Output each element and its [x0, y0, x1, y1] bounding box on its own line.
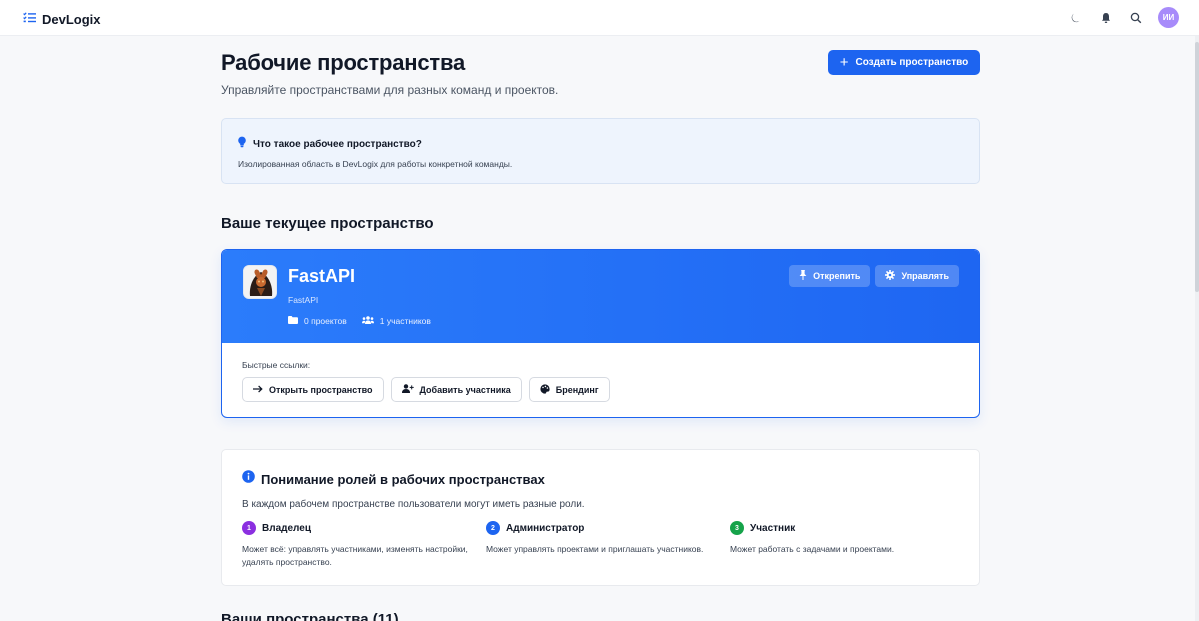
open-workspace-button[interactable]: Открыть пространство — [242, 377, 384, 402]
arrow-right-icon — [253, 385, 263, 395]
info-circle-icon — [242, 470, 255, 488]
role-description: Может управлять проектами и приглашать у… — [486, 544, 704, 554]
role-owner: 1 Владелец Может всё: управлять участник… — [242, 521, 472, 569]
role-number-badge: 3 — [730, 521, 744, 535]
members-count: 1 участников — [361, 316, 431, 326]
info-text: Изолированная область в DevLogix для раб… — [238, 159, 513, 169]
roles-card: Понимание ролей в рабочих пространствах … — [221, 449, 980, 586]
role-name: Участник — [750, 522, 796, 534]
workspace-info-card: Что такое рабочее пространство? Изолиров… — [221, 118, 980, 184]
role-description: Может всё: управлять участниками, изменя… — [242, 544, 468, 567]
lightbulb-icon — [237, 135, 247, 153]
scrollbar-thumb[interactable] — [1195, 42, 1199, 292]
role-description: Может работать с задачами и проектами. — [730, 544, 895, 554]
palette-icon — [540, 383, 550, 396]
plus-icon: + — [839, 53, 849, 71]
page-subtitle: Управляйте пространствами для разных ком… — [221, 83, 559, 97]
create-workspace-button[interactable]: + Создать пространство — [828, 50, 980, 75]
search-icon[interactable] — [1128, 10, 1144, 26]
role-member: 3 Участник Может работать с задачами и п… — [730, 521, 960, 556]
page-scrollbar[interactable] — [1195, 36, 1199, 621]
members-count-label: 1 участников — [379, 316, 431, 326]
bell-icon[interactable] — [1098, 10, 1114, 26]
brand-name: DevLogix — [42, 11, 101, 27]
brand-logo[interactable]: DevLogix — [23, 10, 101, 28]
branding-label: Брендинг — [555, 384, 599, 395]
top-bar: DevLogix ИИ — [0, 0, 1199, 36]
folder-icon — [288, 316, 298, 326]
roles-title: Понимание ролей в рабочих пространствах — [261, 471, 545, 487]
quick-links-label: Быстрые ссылки: — [242, 360, 311, 370]
create-workspace-label: Создать пространство — [855, 57, 969, 68]
moon-icon[interactable] — [1068, 10, 1084, 26]
gear-icon — [885, 270, 896, 282]
users-icon — [361, 316, 374, 326]
manage-button[interactable]: Управлять — [875, 265, 959, 287]
projects-count-label: 0 проектов — [304, 316, 347, 326]
roles-description: В каждом рабочем пространстве пользовате… — [242, 499, 585, 510]
unpin-label: Открепить — [813, 271, 861, 281]
user-plus-icon — [401, 384, 414, 395]
pin-icon — [799, 270, 807, 282]
projects-count: 0 проектов — [288, 316, 347, 326]
workspace-card-header: FastAPI FastAPI 0 проектов 1 участников — [222, 250, 979, 343]
workspace-slug: FastAPI — [288, 295, 319, 305]
role-name: Администратор — [506, 522, 585, 534]
task-list-icon — [23, 10, 36, 28]
add-member-label: Добавить участника — [419, 384, 511, 395]
current-workspace-heading: Ваше текущее пространство — [221, 215, 434, 232]
role-number-badge: 2 — [486, 521, 500, 535]
role-number-badge: 1 — [242, 521, 256, 535]
open-workspace-label: Открыть пространство — [269, 384, 373, 395]
add-member-button[interactable]: Добавить участника — [390, 377, 522, 402]
role-admin: 2 Администратор Может управлять проектам… — [486, 521, 716, 556]
unpin-button[interactable]: Открепить — [789, 265, 871, 287]
role-name: Владелец — [262, 522, 311, 534]
workspaces-list-heading: Ваши пространства (11) — [221, 611, 399, 621]
current-workspace-card: FastAPI FastAPI 0 проектов 1 участников — [221, 249, 980, 418]
branding-button[interactable]: Брендинг — [528, 377, 610, 402]
manage-label: Управлять — [901, 271, 949, 281]
workspace-logo — [243, 265, 277, 299]
user-avatar[interactable]: ИИ — [1158, 7, 1179, 28]
page-title: Рабочие пространства — [221, 50, 466, 75]
info-title: Что такое рабочее пространство? — [253, 138, 422, 150]
workspace-name: FastAPI — [288, 266, 356, 286]
